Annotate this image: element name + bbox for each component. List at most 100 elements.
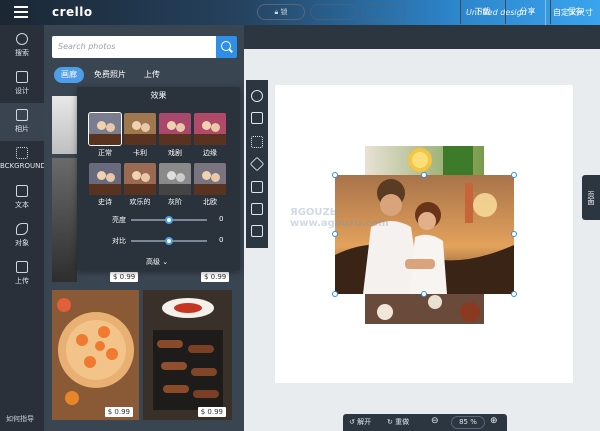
crop-icon[interactable] (251, 112, 263, 124)
zoom-out-icon[interactable]: ⊖ (431, 416, 439, 426)
effects-icon[interactable] (251, 90, 263, 102)
filter-thumb-grayscale[interactable] (159, 163, 191, 195)
filter-thumb-epic[interactable] (89, 163, 121, 195)
resize-handle[interactable] (332, 231, 338, 237)
watermark: ЯGOUZЬ www.agouzu.com (290, 207, 389, 229)
photo-tile[interactable] (52, 96, 77, 154)
share-button[interactable]: 分享 (505, 0, 549, 24)
filter-thumb-normal[interactable] (88, 112, 122, 146)
nav-item-text[interactable]: 文本 (0, 179, 44, 217)
nav-item-search[interactable]: 搜索 (0, 27, 44, 65)
lock-button[interactable]: 🔒︎ 锁 (257, 4, 305, 20)
effects-title: 效果 (150, 91, 167, 100)
duplicate-icon[interactable] (251, 203, 263, 215)
filter-label: 北欧 (203, 198, 217, 206)
filter-thumb-drama[interactable] (159, 113, 191, 145)
selected-photo[interactable] (335, 175, 514, 294)
brightness-slider[interactable] (131, 216, 207, 224)
nav-item-background[interactable]: BCKGROUND (0, 141, 44, 179)
pages-tab[interactable]: 页面 (582, 175, 600, 220)
contrast-slider-knob[interactable] (165, 237, 173, 245)
element-tools (246, 80, 268, 248)
price-badge: $ 0.99 (201, 272, 230, 282)
contrast-label: 对比 (112, 237, 126, 245)
save-button[interactable]: 保存 (550, 0, 600, 24)
brightness-label: 亮度 (112, 216, 126, 224)
ungroup-button[interactable]: ↺ 解开 (349, 417, 371, 427)
background-icon (16, 147, 28, 159)
filter-label: 戏剧 (168, 149, 182, 157)
tab-upload[interactable]: 上传 (137, 67, 167, 83)
advanced-toggle[interactable]: 高级 ⌄ (146, 257, 168, 267)
redo-button[interactable]: ↻ 重做 (387, 417, 409, 427)
nav-item-label: 文本 (15, 201, 29, 209)
trash-icon[interactable] (251, 225, 263, 237)
search-icon (16, 33, 28, 45)
background-photo-bottom[interactable] (365, 294, 484, 324)
text-icon (16, 185, 28, 197)
brightness-value: 0 (219, 215, 224, 223)
resize-handle[interactable] (421, 172, 427, 178)
layout-icon (16, 71, 28, 83)
group-button[interactable] (310, 4, 357, 20)
zoom-in-icon[interactable]: ⊕ (490, 416, 498, 426)
nav-item-label: 设计 (15, 87, 29, 95)
hamburger-menu-icon[interactable] (14, 6, 28, 18)
left-nav: 搜索 设计 相片 BCKGROUND 文本 对象 上传 (0, 25, 44, 431)
contrast-slider[interactable] (131, 237, 207, 245)
tab-free-photos[interactable]: 免费照片 (87, 67, 133, 83)
upload-icon (16, 261, 28, 273)
nav-item-label: 上传 (15, 277, 29, 285)
filter-thumb-edge[interactable] (194, 113, 226, 145)
brightness-slider-knob[interactable] (165, 216, 173, 224)
price-badge: $ 0.99 (197, 407, 226, 417)
filter-label: 边缘 (203, 149, 217, 157)
search-input[interactable]: Search photos (52, 36, 216, 58)
layers-icon[interactable] (249, 156, 265, 172)
app-logo[interactable]: crello (52, 5, 93, 19)
tab-gallery[interactable]: 画廊 (54, 67, 84, 83)
price-badge: $ 0.99 (110, 272, 139, 282)
resize-handle[interactable] (511, 231, 517, 237)
filter-label: 史诗 (98, 198, 112, 206)
filter-thumb-joyful[interactable] (124, 163, 156, 195)
resize-handle[interactable] (511, 172, 517, 178)
arrange-button[interactable] (362, 4, 406, 20)
food-photo-bottom (377, 295, 480, 322)
filter-thumb-kali[interactable] (124, 113, 156, 145)
price-badge: $ 0.99 (104, 407, 133, 417)
nav-item-design[interactable]: 设计 (0, 65, 44, 103)
advanced-label: 高级 (146, 258, 160, 266)
resize-handle[interactable] (421, 291, 427, 297)
filter-thumb-nordic[interactable] (194, 163, 226, 195)
zoom-select[interactable]: 85 % (451, 416, 485, 429)
photo-icon (16, 109, 28, 121)
photo-tile[interactable] (52, 158, 77, 282)
nav-item-photos[interactable]: 相片 (0, 103, 44, 141)
guide-link[interactable]: 如何指导 (6, 414, 34, 424)
toolbar (244, 25, 600, 49)
resize-handle[interactable] (332, 291, 338, 297)
contrast-value: 0 (219, 236, 224, 244)
resize-handle[interactable] (332, 172, 338, 178)
nav-item-label: 搜索 (15, 49, 29, 57)
flip-icon[interactable] (251, 181, 263, 193)
couple-photo (335, 175, 514, 294)
photo-tile[interactable]: $ 0.99 (52, 290, 139, 420)
filter-label: 灰阶 (168, 198, 182, 206)
nav-item-objects[interactable]: 对象 (0, 217, 44, 255)
nav-item-label: 对象 (15, 239, 29, 247)
filter-label: 卡利 (133, 149, 147, 157)
nav-item-upload[interactable]: 上传 (0, 255, 44, 293)
nav-item-label: 相片 (15, 125, 29, 133)
resize-handle[interactable] (511, 291, 517, 297)
photo-tile[interactable]: $ 0.99 (143, 290, 232, 420)
search-button[interactable] (216, 36, 237, 58)
download-button[interactable]: 下载 (460, 0, 504, 24)
ungroup-label: 解开 (357, 418, 372, 426)
filter-label: 欢乐的 (129, 198, 151, 206)
transparency-icon[interactable] (251, 136, 263, 148)
undo-icon: ↺ (349, 418, 355, 426)
redo-icon: ↻ (387, 418, 393, 426)
lock-label: 锁 (280, 8, 288, 16)
